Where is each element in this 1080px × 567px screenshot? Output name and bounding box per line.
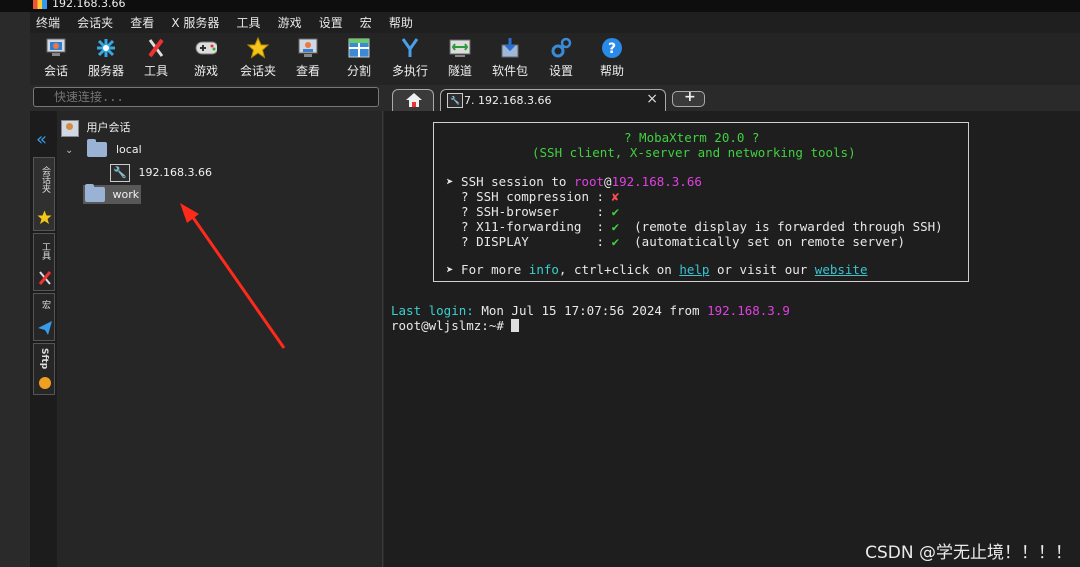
split-button[interactable]: 分割 xyxy=(334,35,384,83)
tunnel-icon xyxy=(449,37,471,59)
session-tree: 用户会话 ⌄ local 🔧 192.168.3.66 work xyxy=(57,111,383,567)
packages-icon xyxy=(499,37,521,59)
help-button[interactable]: ? 帮助 xyxy=(587,35,637,83)
feature-compression: ? SSH compression : ✘ xyxy=(446,189,620,204)
sessions-favorites-button[interactable]: 会话夹 xyxy=(233,35,283,83)
feature-x11: ? X11-forwarding : ✔ (remote display is … xyxy=(446,219,943,234)
watermark: CSDN @学无止境！！！！ xyxy=(865,543,1072,563)
chevron-down-icon[interactable]: ⌄ xyxy=(65,145,75,156)
window-title: 192.168.3.66 xyxy=(52,0,126,10)
ssh-session-line: ➤ SSH session to root@192.168.3.66 xyxy=(446,174,702,189)
banner-subtitle: (SSH client, X-server and networking too… xyxy=(532,145,856,160)
menu-settings[interactable]: 设置 xyxy=(319,13,343,34)
tree-root-user-sessions[interactable]: 用户会话 xyxy=(61,119,131,137)
servers-button[interactable]: 服务器 xyxy=(81,35,131,83)
view-button[interactable]: 查看 xyxy=(283,35,333,83)
menu-games[interactable]: 游戏 xyxy=(278,13,302,34)
side-tab-strip: « 会话夹 工具 宏 Sftp xyxy=(30,111,58,567)
menu-help[interactable]: 帮助 xyxy=(389,13,413,34)
banner-title: ? MobaXterm 20.0 ? xyxy=(624,130,760,145)
plus-icon: + xyxy=(684,89,696,105)
home-icon xyxy=(406,93,422,107)
home-tab[interactable] xyxy=(392,89,434,111)
view-icon xyxy=(297,37,319,59)
welcome-banner: ? MobaXterm 20.0 ? (SSH client, X-server… xyxy=(433,122,969,282)
servers-icon xyxy=(95,37,117,59)
tools-icon xyxy=(38,271,52,285)
new-tab-button[interactable]: + xyxy=(672,89,705,107)
multiexec-icon xyxy=(399,37,421,59)
toolbar: 会话 服务器 工具 游戏 会话夹 查看 分割 多执行 隧道 软件包 设置 ? 帮… xyxy=(30,33,1080,85)
help-link[interactable]: help xyxy=(679,262,709,277)
more-info-line: ➤ For more info, ctrl+click on help or v… xyxy=(446,262,868,277)
quick-connect-input[interactable] xyxy=(33,87,379,107)
menu-tools[interactable]: 工具 xyxy=(236,13,260,34)
sftp-icon xyxy=(39,377,51,389)
side-tab-macros[interactable]: 宏 xyxy=(33,293,55,341)
collapse-icon[interactable]: « xyxy=(36,129,47,150)
games-button[interactable]: 游戏 xyxy=(181,35,231,83)
menu-bar: 终端 会话夹 查看 X 服务器 工具 游戏 设置 宏 帮助 xyxy=(30,12,1080,33)
menu-macros[interactable]: 宏 xyxy=(360,13,372,34)
menu-sessions[interactable]: 会话夹 xyxy=(77,13,113,34)
split-icon xyxy=(348,37,370,59)
ssh-key-icon: 🔧 xyxy=(110,164,130,182)
session-icon xyxy=(45,37,67,59)
send-icon xyxy=(38,321,52,335)
app-icon xyxy=(33,0,47,9)
close-icon[interactable]: × xyxy=(646,91,658,107)
settings-button[interactable]: 设置 xyxy=(536,35,586,83)
tunnel-button[interactable]: 隧道 xyxy=(435,35,485,83)
tab-bar: 🔧 7. 192.168.3.66 × + xyxy=(384,85,1080,111)
terminal-area[interactable]: ? MobaXterm 20.0 ? (SSH client, X-server… xyxy=(384,111,1080,567)
side-tab-sftp[interactable]: Sftp xyxy=(33,343,55,395)
folder-icon xyxy=(85,184,105,202)
session-button[interactable]: 会话 xyxy=(31,35,81,83)
tree-folder-work[interactable]: work xyxy=(83,184,142,204)
games-icon xyxy=(195,37,217,59)
user-sessions-icon xyxy=(61,119,79,137)
folder-icon xyxy=(86,139,107,157)
multiexec-button[interactable]: 多执行 xyxy=(385,35,435,83)
prompt-line: root@wljslmz:~# xyxy=(391,318,520,333)
last-login-line: Last login: Mon Jul 15 17:07:56 2024 fro… xyxy=(391,303,790,318)
website-link[interactable]: website xyxy=(815,262,868,277)
tree-session-item[interactable]: 🔧 192.168.3.66 xyxy=(110,164,212,182)
help-icon: ? xyxy=(601,37,623,59)
settings-icon xyxy=(550,37,572,59)
menu-view[interactable]: 查看 xyxy=(130,13,154,34)
ssh-key-icon: 🔧 xyxy=(447,93,463,108)
menu-xserver[interactable]: X 服务器 xyxy=(171,13,219,34)
svg-text:?: ? xyxy=(608,41,616,57)
star-icon xyxy=(247,37,269,59)
tree-folder-local[interactable]: ⌄ local xyxy=(65,139,142,157)
menu-terminal[interactable]: 终端 xyxy=(36,13,60,34)
tab-session-active[interactable]: 🔧 7. 192.168.3.66 × xyxy=(440,89,666,111)
star-icon xyxy=(37,210,52,224)
terminal-cursor xyxy=(511,319,520,332)
tools-icon xyxy=(145,37,167,59)
feature-browser: ? SSH-browser : ✔ xyxy=(446,204,620,219)
title-bar: 192.168.3.66 xyxy=(0,0,1080,12)
side-tab-tools[interactable]: 工具 xyxy=(33,233,55,291)
tools-button[interactable]: 工具 xyxy=(131,35,181,83)
packages-button[interactable]: 软件包 xyxy=(485,35,535,83)
side-tab-sessions[interactable]: 会话夹 xyxy=(33,157,55,231)
feature-display: ? DISPLAY : ✔ (automatically set on remo… xyxy=(446,234,906,249)
